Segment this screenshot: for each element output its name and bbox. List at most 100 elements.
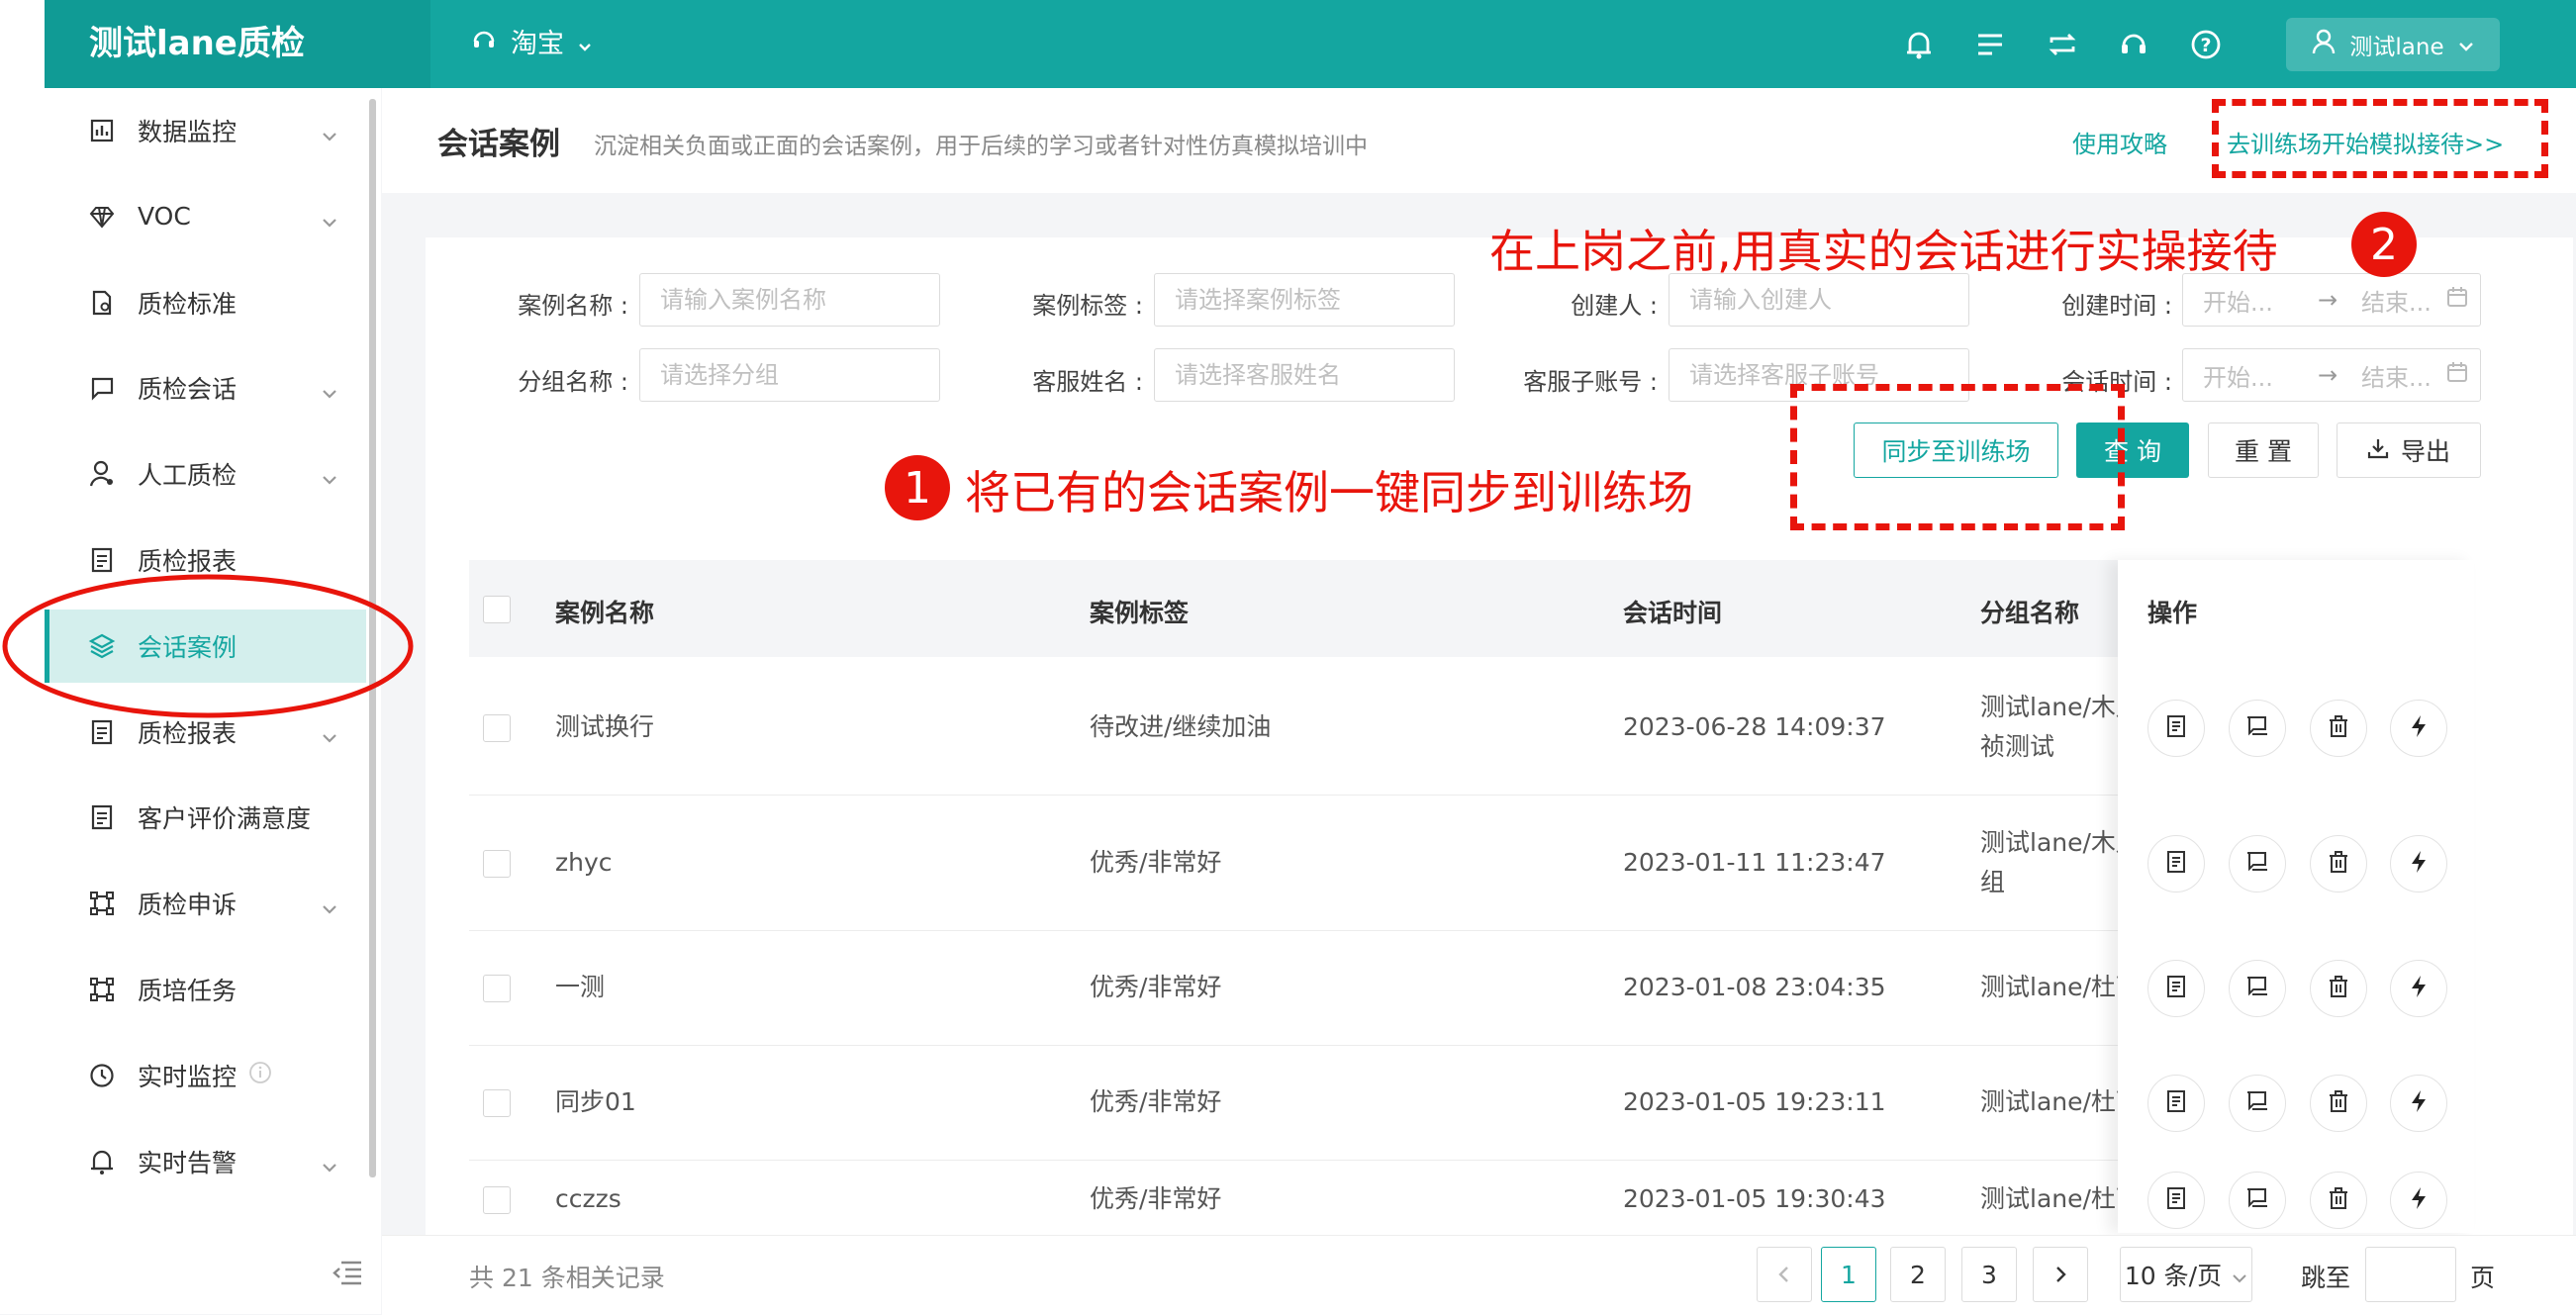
page-button-1[interactable]: 1	[1821, 1247, 1876, 1302]
session-time-cell: 2023-01-05 19:30:43	[1623, 1184, 1886, 1213]
sidebar-item-0[interactable]: 数据监控	[45, 94, 366, 167]
case-name-cell[interactable]: 一测	[555, 968, 605, 1007]
lightning-button[interactable]	[2390, 1172, 2447, 1229]
sidebar-item-1[interactable]: VOC	[45, 180, 366, 253]
sidebar-item-8[interactable]: 客户评价满意度	[45, 781, 366, 854]
sidebar-item-label: 质检报表	[138, 547, 238, 576]
case-name-cell[interactable]: zhyc	[555, 843, 613, 883]
app-logo[interactable]: 测试lane质检	[45, 0, 430, 88]
view-detail-button[interactable]	[2147, 834, 2205, 892]
lightning-button[interactable]	[2390, 699, 2447, 757]
view-detail-icon	[2164, 1088, 2188, 1118]
group-name-select[interactable]: 请选择分组	[639, 348, 940, 402]
row-checkbox[interactable]	[483, 849, 511, 878]
view-detail-button[interactable]	[2147, 1172, 2205, 1229]
guide-link[interactable]: 使用攻略	[2072, 125, 2167, 159]
info-icon[interactable]	[248, 1061, 272, 1090]
case-tag-cell: 优秀/非常好	[1090, 1184, 1222, 1213]
page-size-select[interactable]: 10 条/页	[2120, 1247, 2252, 1302]
diamond-icon	[86, 201, 118, 233]
lightning-button[interactable]	[2390, 1075, 2447, 1132]
create-time-end[interactable]: 结束...	[2361, 283, 2440, 318]
sidebar-item-10[interactable]: 质培任务	[45, 953, 366, 1026]
sidebar-item-label: 人工质检	[138, 461, 238, 491]
prev-page-button[interactable]	[1757, 1247, 1812, 1302]
export-button[interactable]: 导出	[2337, 423, 2481, 478]
document-icon	[86, 287, 118, 319]
sidebar-item-label: 实时告警	[138, 1148, 238, 1177]
column-header-case-name: 案例名称	[555, 599, 655, 627]
delete-button[interactable]	[2310, 1075, 2367, 1132]
sidebar-item-12[interactable]: 实时告警	[45, 1125, 366, 1198]
row-checkbox[interactable]	[483, 713, 511, 742]
sidebar-item-2[interactable]: 质检标准	[45, 266, 366, 339]
report-icon	[86, 801, 118, 833]
view-detail-button[interactable]	[2147, 960, 2205, 1017]
view-detail-icon	[2164, 974, 2188, 1003]
next-page-button[interactable]	[2033, 1247, 2088, 1302]
case-name-cell[interactable]: cczzs	[555, 1179, 621, 1219]
view-detail-button[interactable]	[2147, 1075, 2205, 1132]
collapse-sidebar-icon[interactable]	[332, 1259, 363, 1290]
session-time-cell: 2023-01-11 11:23:47	[1623, 847, 1886, 877]
page-button-2[interactable]: 2	[1890, 1247, 1946, 1302]
delete-button[interactable]	[2310, 960, 2367, 1017]
bell-icon[interactable]	[1898, 24, 1940, 65]
sidebar-item-3[interactable]: 质检会话	[45, 351, 366, 424]
delete-button[interactable]	[2310, 1172, 2367, 1229]
case-tag-cell: 优秀/非常好	[1090, 1087, 1222, 1116]
create-time-range[interactable]: 开始... → 结束...	[2182, 273, 2481, 327]
create-time-start[interactable]: 开始...	[2203, 283, 2302, 318]
lightning-icon	[2408, 974, 2430, 1003]
chevron-down-icon	[578, 25, 592, 64]
chat-record-button[interactable]	[2229, 1075, 2286, 1132]
goto-page-input[interactable]	[2365, 1247, 2456, 1302]
sync-button-highlight	[1790, 384, 2125, 530]
support-icon[interactable]	[2113, 24, 2154, 65]
sidebar-item-11[interactable]: 实时监控	[45, 1039, 366, 1112]
row-checkbox[interactable]	[483, 975, 511, 1002]
store-selector[interactable]: 淘宝	[471, 25, 592, 64]
person-icon	[86, 458, 118, 490]
sidebar-item-9[interactable]: 质检申诉	[45, 867, 366, 940]
session-time-range[interactable]: 开始... → 结束...	[2182, 348, 2481, 402]
delete-button[interactable]	[2310, 834, 2367, 892]
creator-label: 创建人 :	[1571, 292, 1658, 320]
delete-icon	[2327, 849, 2350, 879]
reset-button[interactable]: 重 置	[2208, 423, 2319, 478]
case-name-cell[interactable]: 同步01	[555, 1082, 636, 1122]
case-name-cell[interactable]: 测试换行	[555, 707, 654, 747]
case-tag-select[interactable]: 请选择案例标签	[1154, 273, 1455, 327]
page-button-3[interactable]: 3	[1961, 1247, 2017, 1302]
chat-record-button[interactable]	[2229, 699, 2286, 757]
delete-button[interactable]	[2310, 699, 2367, 757]
lightning-button[interactable]	[2390, 960, 2447, 1017]
switch-icon[interactable]	[2042, 24, 2083, 65]
agent-name-select[interactable]: 请选择客服姓名	[1154, 348, 1455, 402]
chat-record-button[interactable]	[2229, 960, 2286, 1017]
list-icon[interactable]	[1969, 24, 2011, 65]
chat-record-button[interactable]	[2229, 834, 2286, 892]
select-all-checkbox[interactable]	[483, 596, 511, 623]
creator-input[interactable]: 请输入创建人	[1669, 273, 1969, 327]
session-time-start[interactable]: 开始...	[2203, 358, 2302, 393]
user-menu-button[interactable]: 测试lane	[2286, 18, 2500, 71]
step-1-annotation: 将已有的会话案例一键同步到训练场	[965, 466, 1693, 519]
row-checkbox[interactable]	[483, 1186, 511, 1214]
case-name-label: 案例名称 :	[518, 292, 628, 320]
sub-account-label: 客服子账号 :	[1523, 368, 1658, 396]
case-name-input[interactable]: 请输入案例名称	[639, 273, 940, 327]
view-detail-button[interactable]	[2147, 699, 2205, 757]
help-icon[interactable]: ?	[2185, 24, 2227, 65]
row-checkbox[interactable]	[483, 1089, 511, 1117]
session-time-end[interactable]: 结束...	[2361, 358, 2440, 393]
page-description: 沉淀相关负面或正面的会话案例，用于后续的学习或者针对性仿真模拟培训中	[594, 134, 1368, 159]
sidebar-item-4[interactable]: 人工质检	[45, 437, 366, 511]
session-time-cell: 2023-06-28 14:09:37	[1623, 711, 1886, 741]
calendar-icon	[2446, 361, 2468, 389]
sidebar-item-label: 数据监控	[138, 118, 238, 146]
chat-record-button[interactable]	[2229, 1172, 2286, 1229]
chat-record-icon	[2244, 974, 2270, 1003]
sidebar-item-label: 客户评价满意度	[138, 804, 312, 834]
lightning-button[interactable]	[2390, 834, 2447, 892]
